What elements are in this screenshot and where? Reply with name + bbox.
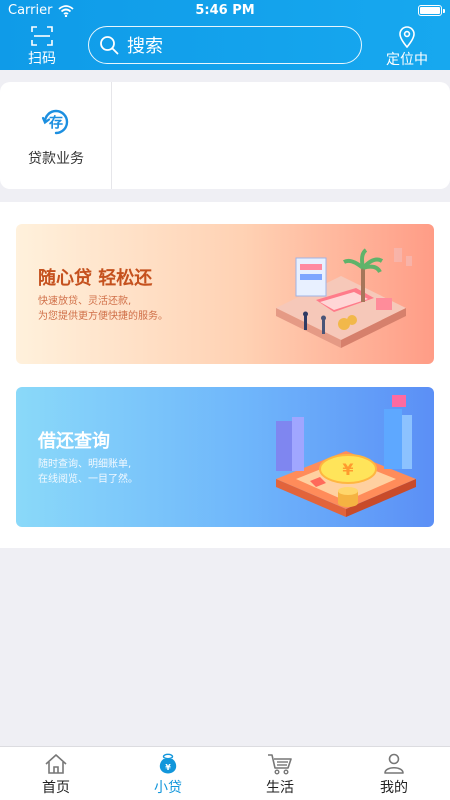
query-banner-subtitle: 随时查询、明细账单, 在线阅览、一目了然。 [38,457,218,487]
tab-mine-label: 我的 [380,780,408,796]
search-icon [100,36,119,55]
tab-home[interactable]: 首页 [0,747,112,800]
bottom-tab-bar: 首页 ¥ 小贷 生活 我的 [0,746,450,800]
query-banner[interactable]: 借还查询 随时查询、明细账单, 在线阅览、一目了然。 ¥ [16,387,434,527]
location-button[interactable]: 定位中 [380,26,434,69]
loan-banner-subtitle-line2: 为您提供更方便快捷的服务。 [38,311,168,322]
svg-text:¥: ¥ [165,763,171,772]
loan-banner-subtitle: 快速放贷、灵活还款, 为您提供更方便快捷的服务。 [38,294,218,324]
user-icon [384,753,404,774]
banner-section: 随心贷 轻松还 快速放贷、灵活还款, 为您提供更方便快捷的服务。 借还查询 随时… [0,202,450,548]
query-banner-subtitle-line1: 随时查询、明细账单, [38,459,132,470]
tab-loan[interactable]: ¥ 小贷 [112,747,224,800]
tab-life[interactable]: 生活 [224,747,336,800]
status-bar: Carrier 5:46 PM [0,0,450,22]
home-icon [45,754,67,774]
scan-icon [31,26,53,46]
svg-text:¥: ¥ [342,460,353,479]
cart-icon [268,754,292,775]
service-card: 存 贷款业务 [0,82,450,189]
service-item-loan[interactable]: 存 贷款业务 [0,82,112,189]
finance-isometric-illustration: ¥ [276,395,416,517]
money-bag-icon: ¥ [159,753,177,774]
scan-button[interactable]: 扫码 [22,26,62,68]
header-bar: Carrier 5:46 PM 扫码 搜索 定位中 [0,0,450,70]
deposit-icon-char: 存 [49,115,63,132]
loan-banner[interactable]: 随心贷 轻松还 快速放贷、灵活还款, 为您提供更方便快捷的服务。 [16,224,434,364]
query-banner-subtitle-line2: 在线阅览、一目了然。 [38,474,138,485]
tab-mine[interactable]: 我的 [338,747,450,800]
location-pin-icon [399,26,415,48]
tab-loan-label: 小贷 [154,780,182,796]
location-label: 定位中 [386,52,428,68]
loan-banner-title: 随心贷 轻松还 [38,268,153,289]
battery-icon [418,5,445,16]
search-placeholder: 搜索 [127,36,163,57]
shopping-isometric-illustration [276,248,412,348]
search-input[interactable]: 搜索 [88,26,362,64]
loan-banner-subtitle-line1: 快速放贷、灵活还款, [38,296,132,307]
deposit-icon: 存 [41,109,69,135]
status-time: 5:46 PM [195,3,255,18]
tab-life-label: 生活 [266,780,294,796]
service-label: 贷款业务 [28,151,84,167]
query-banner-title: 借还查询 [38,431,110,452]
scan-label: 扫码 [28,51,56,67]
tab-home-label: 首页 [42,780,70,796]
